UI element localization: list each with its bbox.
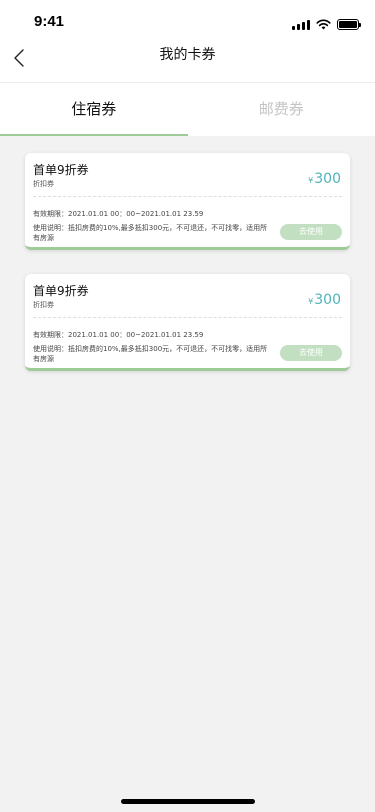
status-time: 9:41 xyxy=(34,13,65,30)
coupon-type: 折扣券 xyxy=(33,301,54,309)
coupon-validity: 有效期限：2021.01.01 00：00~2021.01.01 23.59 xyxy=(33,210,204,218)
coupon-type: 折扣券 xyxy=(33,180,54,188)
dashed-divider xyxy=(33,317,342,318)
tab-bar: 住宿券 邮费券 xyxy=(0,83,375,136)
page-title: 我的卡券 xyxy=(159,47,216,63)
coupon-usage-notes: 使用说明：抵扣房费的10%,最多抵扣300元，不可退还，不可找零，适用所有房源 xyxy=(33,345,268,363)
amount-value: 300 xyxy=(314,171,341,187)
coupon-validity: 有效期限：2021.01.01 00：00~2021.01.01 23.59 xyxy=(33,331,204,339)
navigation-bar: 我的卡券 xyxy=(0,44,375,83)
battery-icon xyxy=(337,19,361,30)
currency-symbol: ¥ xyxy=(308,176,314,185)
status-icons xyxy=(292,15,361,34)
coupon-usage-notes: 使用说明：抵扣房费的10%,最多抵扣300元，不可退还，不可找零，适用所有房源 xyxy=(33,224,268,242)
use-coupon-button[interactable]: 去使用 xyxy=(280,345,342,361)
amount-value: 300 xyxy=(314,292,341,308)
tab-accommodation[interactable]: 住宿券 xyxy=(0,83,188,136)
coupon-amount: ¥300 xyxy=(308,292,341,308)
coupon-list: 首单9折券 折扣券 ¥300 有效期限：2021.01.01 00：00~202… xyxy=(25,153,350,395)
coupon-amount: ¥300 xyxy=(308,171,341,187)
currency-symbol: ¥ xyxy=(308,297,314,306)
coupon-title: 首单9折券 xyxy=(33,163,89,177)
home-indicator xyxy=(121,799,255,804)
dashed-divider xyxy=(33,196,342,197)
cellular-signal-icon xyxy=(292,19,310,30)
status-bar: 9:41 xyxy=(0,0,375,44)
use-coupon-button[interactable]: 去使用 xyxy=(280,224,342,240)
coupon-title: 首单9折券 xyxy=(33,284,89,298)
coupon-card: 首单9折券 折扣券 ¥300 有效期限：2021.01.01 00：00~202… xyxy=(25,274,350,371)
coupon-card: 首单9折券 折扣券 ¥300 有效期限：2021.01.01 00：00~202… xyxy=(25,153,350,250)
tab-postage[interactable]: 邮费券 xyxy=(188,83,375,136)
wifi-icon xyxy=(316,15,331,34)
